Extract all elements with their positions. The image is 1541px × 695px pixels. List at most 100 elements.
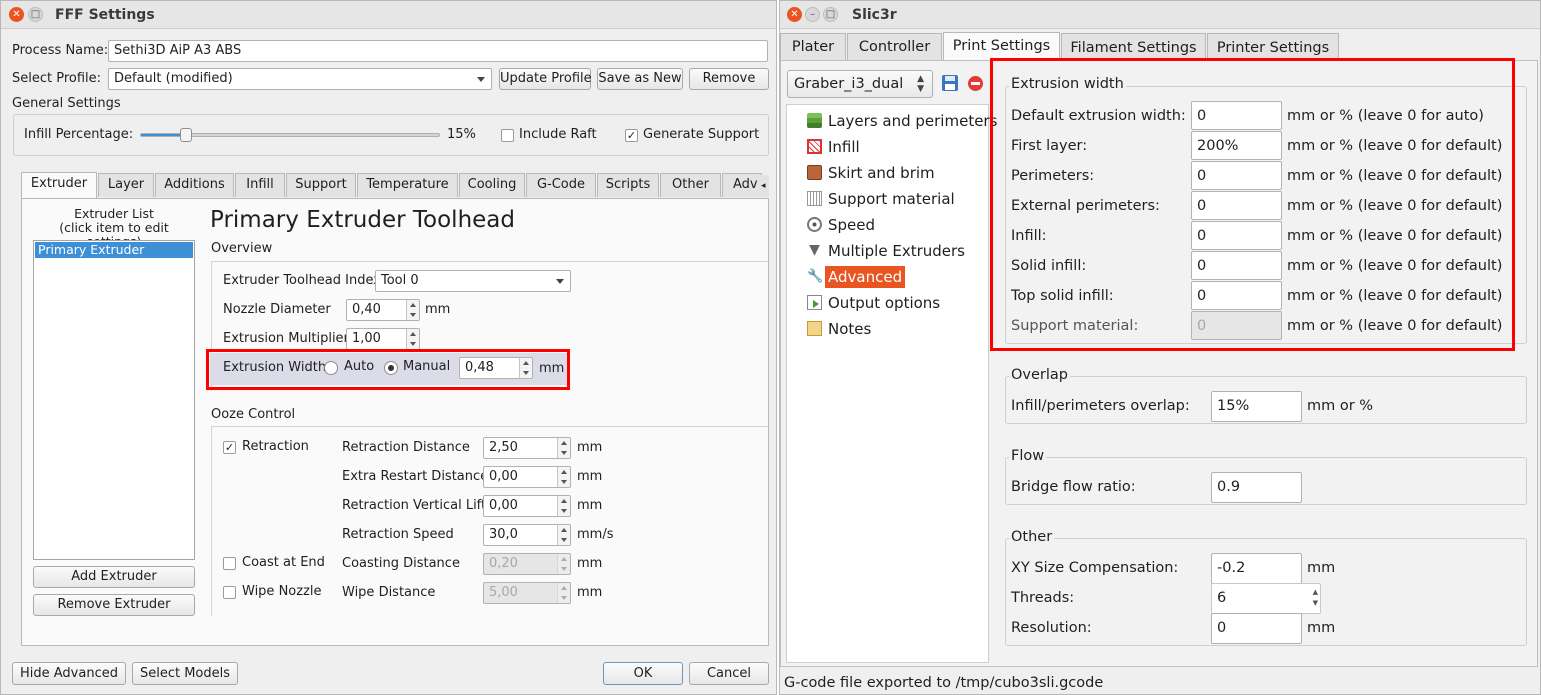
cancel-button[interactable]: Cancel — [689, 662, 769, 685]
stepper-icon[interactable] — [557, 496, 570, 516]
retraction-checkbox[interactable]: ✓ — [223, 441, 236, 454]
tab-plater[interactable]: Plater — [780, 33, 846, 60]
tab-scroll-left-icon[interactable]: ◂ — [761, 175, 769, 197]
overlap-unit: mm or % — [1307, 398, 1374, 414]
ok-button[interactable]: OK — [603, 662, 683, 685]
coasting-distance-label: Coasting Distance — [342, 556, 460, 571]
process-name-field[interactable]: Sethi3D AiP A3 ABS — [108, 40, 768, 62]
update-profile-button[interactable]: Update Profile — [499, 68, 592, 90]
vertical-lift-value: 0,00 — [489, 498, 518, 513]
list-item[interactable]: Primary Extruder — [35, 242, 193, 258]
overlap-label: Infill/perimeters overlap: — [1011, 398, 1190, 414]
tab-print-settings[interactable]: Print Settings — [943, 32, 1060, 61]
tab-scripts[interactable]: Scripts — [597, 173, 659, 197]
maximize-icon[interactable]: □ — [823, 7, 838, 22]
tab-additions[interactable]: Additions — [155, 173, 234, 197]
select-profile-dropdown[interactable]: Default (modified) — [108, 68, 492, 90]
fff-titlebar: ✕ □ FFF Settings — [1, 1, 776, 29]
extra-restart-label: Extra Restart Distance — [342, 469, 489, 484]
output-icon — [807, 295, 822, 310]
infill-slider-fill — [141, 134, 186, 136]
infill-percentage-value: 15% — [447, 127, 476, 142]
vertical-lift-spinbox[interactable]: 0,00 — [483, 495, 571, 517]
extrusion-multiplier-label: Extrusion Multiplier — [223, 331, 349, 346]
overlap-field[interactable]: 15% — [1211, 391, 1302, 422]
toolhead-index-dropdown[interactable]: Tool 0 — [375, 270, 571, 292]
threads-spinbox[interactable]: 6 ▲ ▼ — [1211, 583, 1321, 614]
resolution-label: Resolution: — [1011, 620, 1092, 636]
retraction-distance-spinbox[interactable]: 2,50 — [483, 437, 571, 459]
stepper-icon[interactable] — [406, 329, 419, 349]
wipe-nozzle-checkbox[interactable] — [223, 586, 236, 599]
wipe-distance-value: 5,00 — [489, 585, 518, 600]
tab-other[interactable]: Other — [660, 173, 721, 197]
infill-slider[interactable] — [140, 128, 440, 142]
hide-advanced-button[interactable]: Hide Advanced — [12, 662, 126, 685]
stepper-icon[interactable] — [557, 525, 570, 545]
stepper-icon[interactable] — [406, 300, 419, 320]
extrusion-multiplier-value: 1,00 — [352, 331, 381, 346]
generate-support-checkbox[interactable]: ✓ — [625, 129, 638, 142]
tab-infill[interactable]: Infill — [235, 173, 285, 197]
process-name-label: Process Name: — [12, 43, 109, 58]
stepper-icon[interactable] — [557, 438, 570, 458]
delete-icon[interactable] — [968, 76, 983, 91]
tab-extruder[interactable]: Extruder — [21, 172, 97, 198]
tab-support[interactable]: Support — [286, 173, 356, 197]
remove-button[interactable]: Remove — [689, 68, 769, 90]
stepper-icon[interactable] — [557, 467, 570, 487]
infill-slider-handle[interactable] — [179, 128, 192, 142]
preset-value: Graber_i3_dual — [794, 76, 904, 92]
save-icon[interactable] — [942, 75, 958, 91]
tab-controller[interactable]: Controller — [847, 33, 942, 60]
settings-tabs: Extruder Layer Additions Infill Support … — [21, 172, 769, 199]
support-icon — [807, 191, 822, 206]
stepper-icon — [557, 554, 570, 574]
retraction-speed-spinbox[interactable]: 30,0 — [483, 524, 571, 546]
include-raft-checkbox[interactable] — [501, 129, 514, 142]
nozzle-diameter-unit: mm — [425, 302, 451, 317]
select-models-button[interactable]: Select Models — [132, 662, 238, 685]
tab-gcode[interactable]: G-Code — [526, 173, 596, 197]
wipe-distance-spinbox: 5,00 — [483, 582, 571, 604]
retraction-speed-unit: mm/s — [577, 527, 614, 542]
remove-extruder-button[interactable]: Remove Extruder — [33, 594, 195, 616]
vertical-lift-label: Retraction Vertical Lift — [342, 498, 487, 513]
close-icon[interactable]: ✕ — [9, 7, 24, 22]
tab-printer-settings[interactable]: Printer Settings — [1207, 33, 1339, 60]
skirt-icon — [807, 165, 822, 180]
general-settings-group: Infill Percentage: 15% Include Raft ✓ Ge… — [13, 114, 769, 156]
coasting-distance-value: 0,20 — [489, 556, 518, 571]
tab-advanced[interactable]: Adv — [722, 173, 762, 197]
retraction-speed-value: 30,0 — [489, 527, 518, 542]
select-profile-label: Select Profile: — [12, 71, 102, 86]
coast-at-end-checkbox[interactable] — [223, 557, 236, 570]
extra-restart-spinbox[interactable]: 0,00 — [483, 466, 571, 488]
nozzle-diameter-spinbox[interactable]: 0,40 — [346, 299, 420, 321]
close-icon[interactable]: ✕ — [787, 7, 802, 22]
wipe-nozzle-label: Wipe Nozzle — [242, 584, 322, 599]
extruder-list[interactable]: Primary Extruder — [33, 240, 195, 560]
minimize-icon[interactable]: – — [805, 7, 820, 22]
tab-filament-settings[interactable]: Filament Settings — [1061, 33, 1206, 60]
tab-cooling[interactable]: Cooling — [459, 173, 525, 197]
xy-compensation-field[interactable]: -0.2 — [1211, 553, 1302, 584]
ooze-control-label: Ooze Control — [211, 407, 296, 422]
highlight-box — [206, 349, 570, 390]
maximize-icon[interactable]: □ — [28, 7, 43, 22]
resolution-field[interactable]: 0 — [1211, 613, 1302, 644]
tab-temperature[interactable]: Temperature — [357, 173, 458, 197]
extrusion-multiplier-spinbox[interactable]: 1,00 — [346, 328, 420, 350]
tab-layer[interactable]: Layer — [98, 173, 154, 197]
preset-dropdown[interactable]: Graber_i3_dual ▲ ▼ — [787, 70, 933, 98]
save-as-new-button[interactable]: Save as New — [597, 68, 683, 90]
chevron-down-icon — [477, 77, 485, 82]
highlight-box — [990, 58, 1515, 351]
stepper-icon — [557, 583, 570, 603]
stepper-icon[interactable]: ▲ ▼ — [1313, 587, 1318, 609]
add-extruder-button[interactable]: Add Extruder — [33, 566, 195, 588]
bridge-flow-field[interactable]: 0.9 — [1211, 472, 1302, 503]
coasting-distance-spinbox: 0,20 — [483, 553, 571, 575]
status-bar: G-code file exported to /tmp/cubo3sli.gc… — [784, 675, 1104, 691]
toolhead-index-value: Tool 0 — [381, 273, 419, 288]
